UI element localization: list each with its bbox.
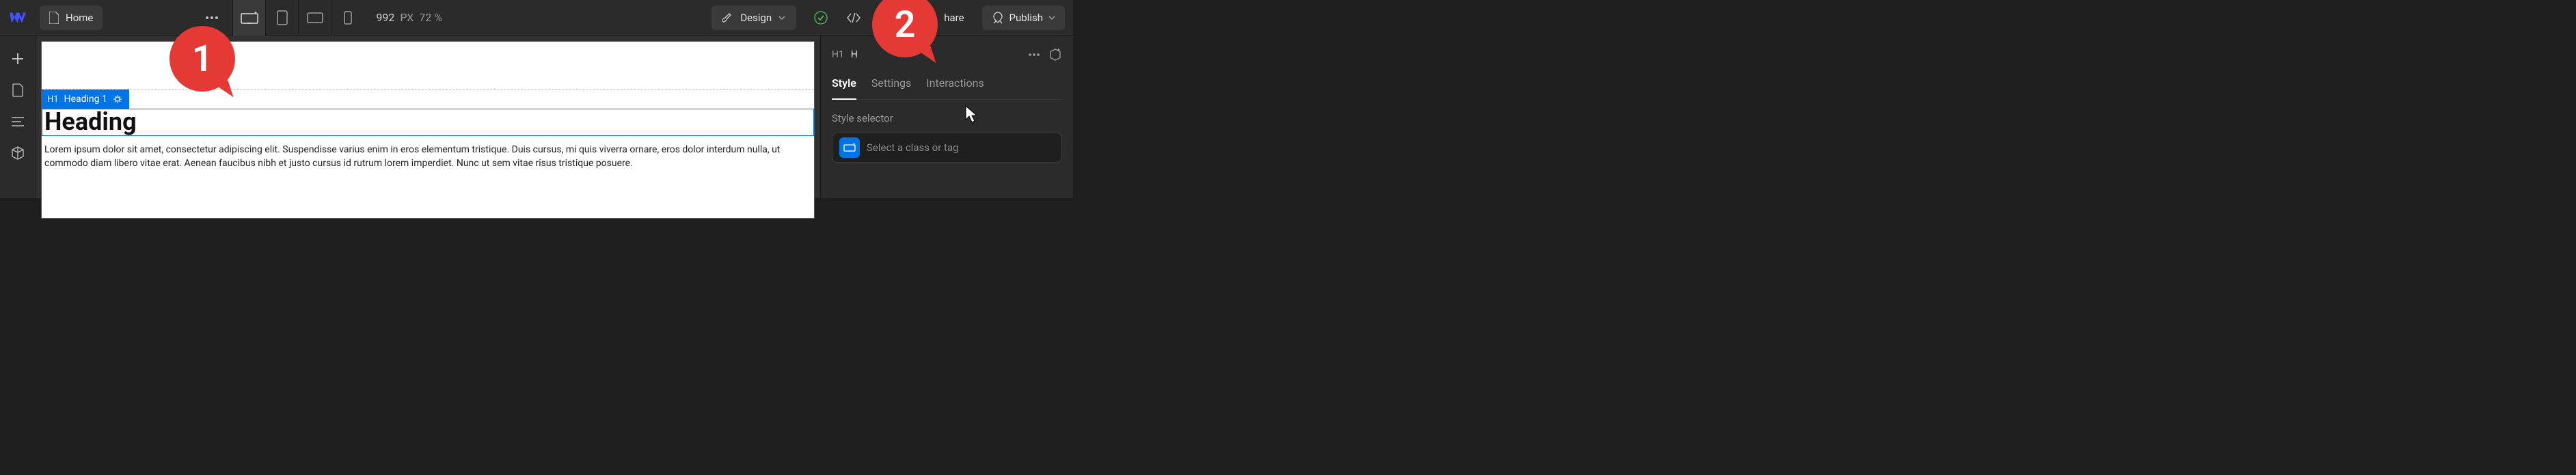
add-element-button[interactable]	[4, 45, 31, 72]
document-icon	[12, 83, 23, 97]
canvas-area: H1 Heading 1 Heading Lorem ipsum dolor s…	[36, 36, 820, 198]
publish-button[interactable]: Publish	[982, 5, 1065, 30]
canvas-width-value: 992	[376, 11, 394, 24]
pages-button[interactable]	[4, 77, 31, 104]
share-label: hare	[944, 12, 964, 24]
chevron-down-icon	[1048, 16, 1055, 20]
brush-icon	[722, 12, 733, 23]
document-icon	[49, 12, 59, 24]
desktop-star-icon: *	[241, 11, 258, 25]
breakpoint-mobile-button[interactable]	[331, 0, 364, 36]
navigator-button[interactable]	[4, 108, 31, 135]
page-name: Home	[66, 12, 93, 24]
components-button[interactable]	[4, 139, 31, 167]
mobile-icon	[344, 11, 352, 25]
style-selector-input[interactable]: * Select a class or tag	[832, 133, 1062, 163]
breakpoint-tablet-button[interactable]	[265, 0, 298, 36]
tab-style[interactable]: Style	[832, 77, 856, 100]
panel-tabs: Style Settings Interactions	[832, 77, 1062, 100]
cube-icon	[11, 146, 25, 160]
tablet-icon	[277, 10, 288, 25]
dots-horizontal-icon	[205, 16, 219, 20]
canvas-slot-placeholder	[42, 42, 814, 90]
breakpoint-landscape-button[interactable]	[298, 0, 331, 36]
panel-breadcrumb[interactable]: H1 H	[832, 45, 1062, 64]
breakpoint-group: *	[232, 0, 364, 36]
svg-text:*: *	[853, 143, 855, 148]
breakpoint-desktop-button[interactable]: *	[232, 0, 265, 36]
style-selector-label: Style selector	[832, 112, 1062, 124]
design-canvas[interactable]: H1 Heading 1 Heading Lorem ipsum dolor s…	[41, 41, 815, 219]
selected-element-name: Heading 1	[64, 94, 107, 105]
annotation-callout-1: 1	[170, 26, 235, 92]
dots-horizontal-icon[interactable]	[1028, 53, 1040, 57]
code-icon	[846, 12, 861, 23]
mode-label: Design	[740, 12, 772, 24]
share-button[interactable]: hare	[933, 5, 975, 30]
zoom-value: 72 %	[419, 11, 442, 24]
chevron-down-icon	[778, 16, 785, 20]
webflow-logo[interactable]	[0, 0, 36, 36]
cube-plus-icon[interactable]	[1048, 48, 1062, 62]
paragraph-element[interactable]: Lorem ipsum dolor sit amet, consectetur …	[44, 143, 810, 171]
cursor-icon	[965, 105, 979, 123]
selector-placeholder: Select a class or tag	[867, 141, 959, 154]
page-selector-button[interactable]: Home	[40, 5, 103, 30]
publish-label: Publish	[1009, 12, 1043, 24]
gear-icon[interactable]	[113, 94, 122, 104]
selector-breakpoint-badge[interactable]: *	[839, 137, 860, 158]
status-check-button[interactable]	[807, 4, 835, 31]
mode-dropdown[interactable]: Design	[711, 5, 796, 30]
left-toolbar	[0, 36, 36, 198]
plus-icon	[11, 52, 25, 66]
panel-element-tag: H1	[832, 49, 844, 60]
px-label: PX	[400, 11, 413, 24]
tab-settings[interactable]: Settings	[871, 77, 911, 92]
tab-interactions[interactable]: Interactions	[926, 77, 984, 92]
selected-element-tag: H1	[47, 94, 59, 105]
mobile-landscape-icon	[307, 12, 323, 23]
selection-label[interactable]: H1 Heading 1	[42, 90, 129, 109]
check-circle-icon	[813, 10, 828, 25]
code-button[interactable]	[840, 4, 867, 31]
style-panel: H1 H Style Settings Interactions Style s…	[820, 36, 1073, 198]
navigator-icon	[11, 117, 25, 126]
panel-element-name: H	[851, 49, 858, 60]
desktop-star-icon: *	[843, 143, 856, 152]
selection-outline	[42, 109, 814, 136]
canvas-size-info[interactable]: 992 PX 72 %	[376, 11, 442, 24]
rocket-icon	[992, 12, 1004, 24]
svg-text:*: *	[254, 11, 257, 18]
